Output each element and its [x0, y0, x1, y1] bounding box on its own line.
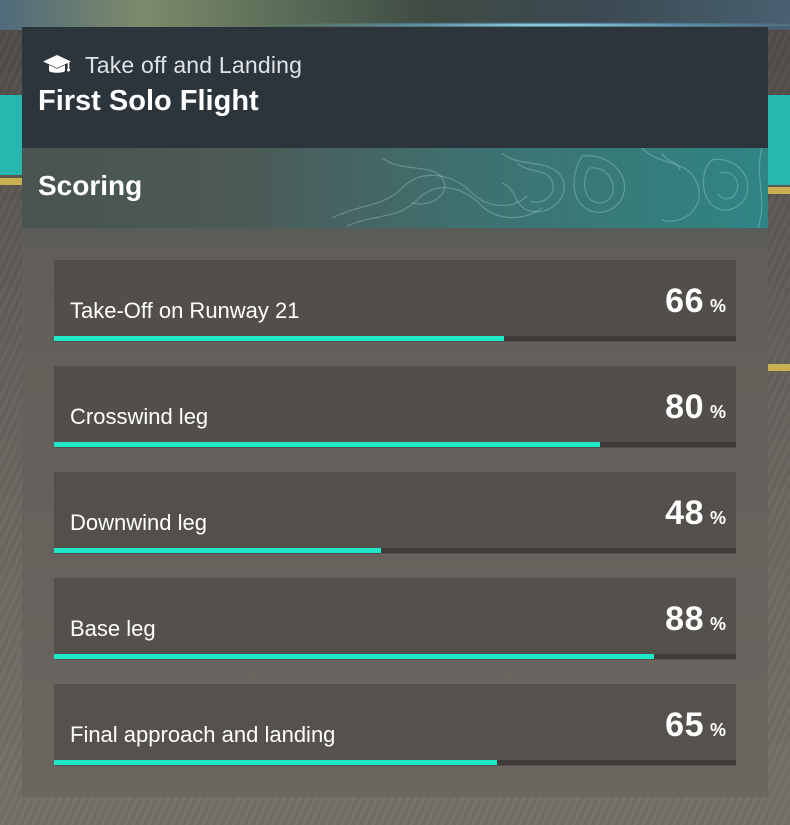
score-row-final-approach: Final approach and landing 65 %: [54, 684, 736, 766]
score-label: Crosswind leg: [70, 404, 209, 429]
score-label: Final approach and landing: [70, 722, 336, 747]
graduation-cap-icon: [43, 55, 71, 73]
score-progress-track: [54, 654, 736, 659]
score-progress-fill: [54, 548, 382, 553]
score-value: 88 %: [665, 600, 726, 639]
score-list: Take-Off on Runway 21 66 % Crosswind leg…: [54, 260, 736, 790]
background-stripe: [768, 364, 790, 371]
score-number: 65: [665, 706, 704, 744]
score-label: Take-Off on Runway 21: [70, 298, 300, 323]
score-row-crosswind: Crosswind leg 80 %: [54, 366, 736, 448]
score-label: Base leg: [70, 616, 156, 641]
percent-unit: %: [709, 508, 726, 528]
score-label: Downwind leg: [70, 510, 207, 535]
score-value: 66 %: [665, 282, 726, 321]
score-progress-track: [54, 442, 736, 447]
score-number: 48: [665, 494, 704, 532]
score-progress-fill: [54, 654, 655, 659]
score-value: 80 %: [665, 388, 726, 427]
score-progress-track: [54, 548, 736, 553]
topographic-pattern: [331, 148, 763, 228]
score-row-downwind: Downwind leg 48 %: [54, 472, 736, 554]
background-stripe: [0, 178, 22, 185]
percent-unit: %: [709, 402, 726, 422]
score-value: 65 %: [665, 706, 726, 745]
score-progress-track: [54, 336, 736, 341]
background-marking-left: [0, 95, 22, 175]
lesson-title: First Solo Flight: [38, 85, 259, 117]
score-progress-track: [54, 760, 736, 765]
score-number: 80: [665, 388, 704, 426]
score-number: 88: [665, 600, 704, 638]
score-progress-fill: [54, 442, 600, 447]
score-progress-fill: [54, 336, 505, 341]
scoring-header-fade: [22, 228, 768, 258]
scoring-header: Scoring: [22, 148, 768, 228]
score-progress-fill: [54, 760, 498, 765]
score-row-base: Base leg 88 %: [54, 578, 736, 660]
score-value: 48 %: [665, 494, 726, 533]
lesson-category: Take off and Landing: [42, 51, 302, 79]
percent-unit: %: [709, 296, 726, 316]
percent-unit: %: [709, 720, 726, 740]
lesson-score-panel: Take off and Landing First Solo Flight S…: [22, 27, 768, 797]
background-marking-right: [768, 95, 790, 185]
background-stripe: [768, 187, 790, 194]
percent-unit: %: [709, 614, 726, 634]
panel-header: Take off and Landing First Solo Flight: [22, 27, 768, 148]
scoring-title: Scoring: [38, 170, 143, 201]
score-number: 66: [665, 282, 704, 320]
category-label: Take off and Landing: [85, 51, 303, 78]
score-row-takeoff: Take-Off on Runway 21 66 %: [54, 260, 736, 342]
